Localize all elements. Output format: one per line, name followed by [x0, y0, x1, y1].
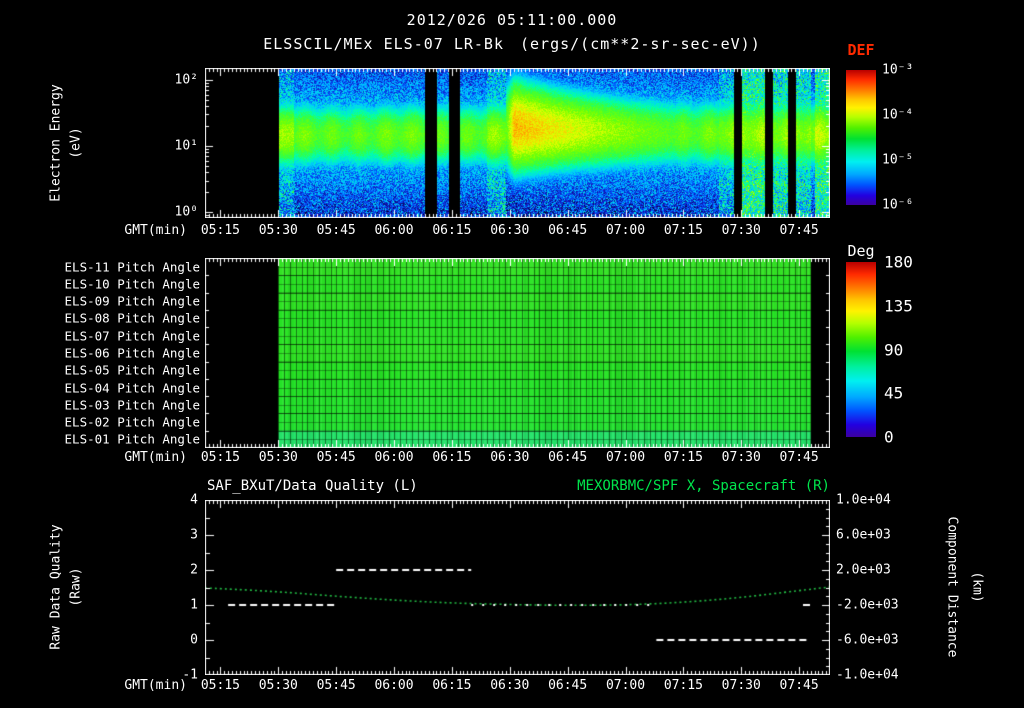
- subtitle-units: (ergs/(cm**2-sr-sec-eV)): [520, 35, 761, 53]
- spectrogram-y-axis-label: Electron Energy: [48, 84, 64, 202]
- time-tick-label: 05:45: [316, 678, 356, 693]
- deg-tick-label: 90: [884, 340, 904, 359]
- pitch-angle-panel: [205, 258, 830, 448]
- time-tick-label: 06:15: [432, 678, 472, 693]
- time-tick-label: 06:00: [374, 678, 414, 693]
- quality-y-axis-label: Raw Data Quality: [48, 524, 64, 650]
- pitch-row-label: ELS-11 Pitch Angle: [64, 259, 200, 275]
- distance-tick-label: -2.0e+03: [836, 597, 899, 613]
- pitch-row-label: ELS-05 Pitch Angle: [64, 362, 200, 378]
- time-tick-label: 07:45: [779, 450, 819, 465]
- energy-tick-label: 10¹: [174, 138, 198, 154]
- gmt-axis-label-top: GMT(min): [124, 223, 187, 238]
- deg-colorbar: [846, 262, 876, 437]
- def-tick-label: 10⁻⁴: [882, 107, 914, 123]
- def-tick-label: 10⁻³: [882, 62, 914, 78]
- time-tick-label: 05:15: [200, 450, 240, 465]
- quality-tick-label: -1: [182, 667, 198, 683]
- quality-tick-label: 0: [190, 632, 198, 648]
- page-title: 2012/026 05:11:00.000: [406, 11, 618, 29]
- deg-colorbar-title: Deg: [847, 242, 875, 260]
- time-tick-label: 07:00: [605, 223, 646, 238]
- distance-y-axis-label: Component Distance: [944, 516, 960, 658]
- electron-energy-spectrogram: [205, 68, 830, 218]
- pitch-row-label: ELS-09 Pitch Angle: [64, 293, 200, 309]
- time-tick-label: 07:45: [779, 223, 819, 238]
- time-tick-label: 06:45: [548, 678, 588, 693]
- gmt-axis-label-middle: GMT(min): [124, 450, 187, 465]
- data-quality-panel: [205, 500, 830, 675]
- subtitle-instrument: ELSSCIL/MEx ELS-07 LR-Bk: [263, 35, 504, 53]
- time-tick-label: 07:00: [605, 678, 646, 693]
- time-tick-label: 06:15: [432, 450, 472, 465]
- time-tick-label: 06:30: [490, 223, 530, 238]
- time-tick-label: 05:45: [316, 223, 356, 238]
- distance-tick-label: -6.0e+03: [836, 632, 899, 648]
- quality-tick-label: 2: [190, 562, 198, 578]
- time-tick-label: 05:45: [316, 450, 356, 465]
- time-tick-label: 06:00: [374, 450, 414, 465]
- time-tick-label: 05:15: [200, 223, 240, 238]
- time-tick-label: 07:30: [721, 223, 761, 238]
- quality-panel-title-left: SAF_BXuT/Data Quality (L): [207, 478, 418, 494]
- time-tick-label: 06:45: [548, 223, 588, 238]
- time-tick-label: 05:30: [258, 450, 298, 465]
- pitch-row-label: ELS-04 Pitch Angle: [64, 380, 200, 396]
- time-tick-label: 06:30: [490, 450, 530, 465]
- distance-tick-label: 6.0e+03: [836, 527, 891, 543]
- deg-tick-label: 45: [884, 383, 904, 403]
- pitch-row-label: ELS-02 Pitch Angle: [64, 414, 200, 430]
- time-tick-label: 06:15: [432, 223, 472, 238]
- time-tick-label: 06:00: [374, 223, 414, 238]
- def-colorbar: [846, 70, 876, 205]
- quality-tick-label: 1: [190, 597, 198, 613]
- deg-tick-label: 135: [884, 296, 913, 316]
- time-tick-label: 07:00: [605, 450, 646, 465]
- time-tick-label: 07:30: [721, 450, 761, 465]
- pitch-row-label: ELS-01 Pitch Angle: [64, 431, 200, 447]
- quality-y-axis-units: (Raw): [68, 567, 84, 607]
- energy-tick-label: 10⁰: [174, 204, 198, 220]
- deg-tick-label: 0: [884, 427, 894, 447]
- def-tick-label: 10⁻⁶: [882, 197, 914, 213]
- pitch-row-label: ELS-07 Pitch Angle: [64, 328, 200, 344]
- time-tick-label: 07:15: [663, 678, 703, 693]
- deg-tick-label: 180: [884, 252, 913, 272]
- spectrogram-y-axis-units: (eV): [68, 127, 84, 159]
- time-tick-label: 06:45: [548, 450, 588, 465]
- quality-tick-label: 4: [190, 492, 198, 508]
- time-tick-label: 07:15: [663, 450, 703, 465]
- distance-y-axis-units: (km): [969, 571, 985, 603]
- time-tick-label: 05:30: [258, 678, 298, 693]
- time-tick-label: 07:45: [779, 678, 819, 693]
- pitch-row-label: ELS-10 Pitch Angle: [64, 276, 200, 292]
- distance-tick-label: 1.0e+04: [836, 492, 891, 508]
- quality-panel-title-right: MEXORBMC/SPF X, Spacecraft (R): [577, 478, 830, 494]
- def-tick-label: 10⁻⁵: [882, 152, 914, 168]
- pitch-row-label: ELS-06 Pitch Angle: [64, 345, 200, 361]
- time-tick-label: 05:15: [200, 678, 240, 693]
- distance-tick-label: 2.0e+03: [836, 562, 891, 578]
- quality-tick-label: 3: [190, 527, 198, 543]
- pitch-row-label: ELS-08 Pitch Angle: [64, 310, 200, 326]
- time-tick-label: 07:30: [721, 678, 761, 693]
- time-tick-label: 07:15: [663, 223, 703, 238]
- def-colorbar-title: DEF: [847, 41, 875, 59]
- time-tick-label: 06:30: [490, 678, 530, 693]
- time-tick-label: 05:30: [258, 223, 298, 238]
- energy-tick-label: 10²: [174, 72, 198, 88]
- distance-tick-label: -1.0e+04: [836, 667, 899, 683]
- mex-els-plot-screen: 2012/026 05:11:00.000 ELSSCIL/MEx ELS-07…: [0, 0, 1024, 708]
- pitch-row-label: ELS-03 Pitch Angle: [64, 397, 200, 413]
